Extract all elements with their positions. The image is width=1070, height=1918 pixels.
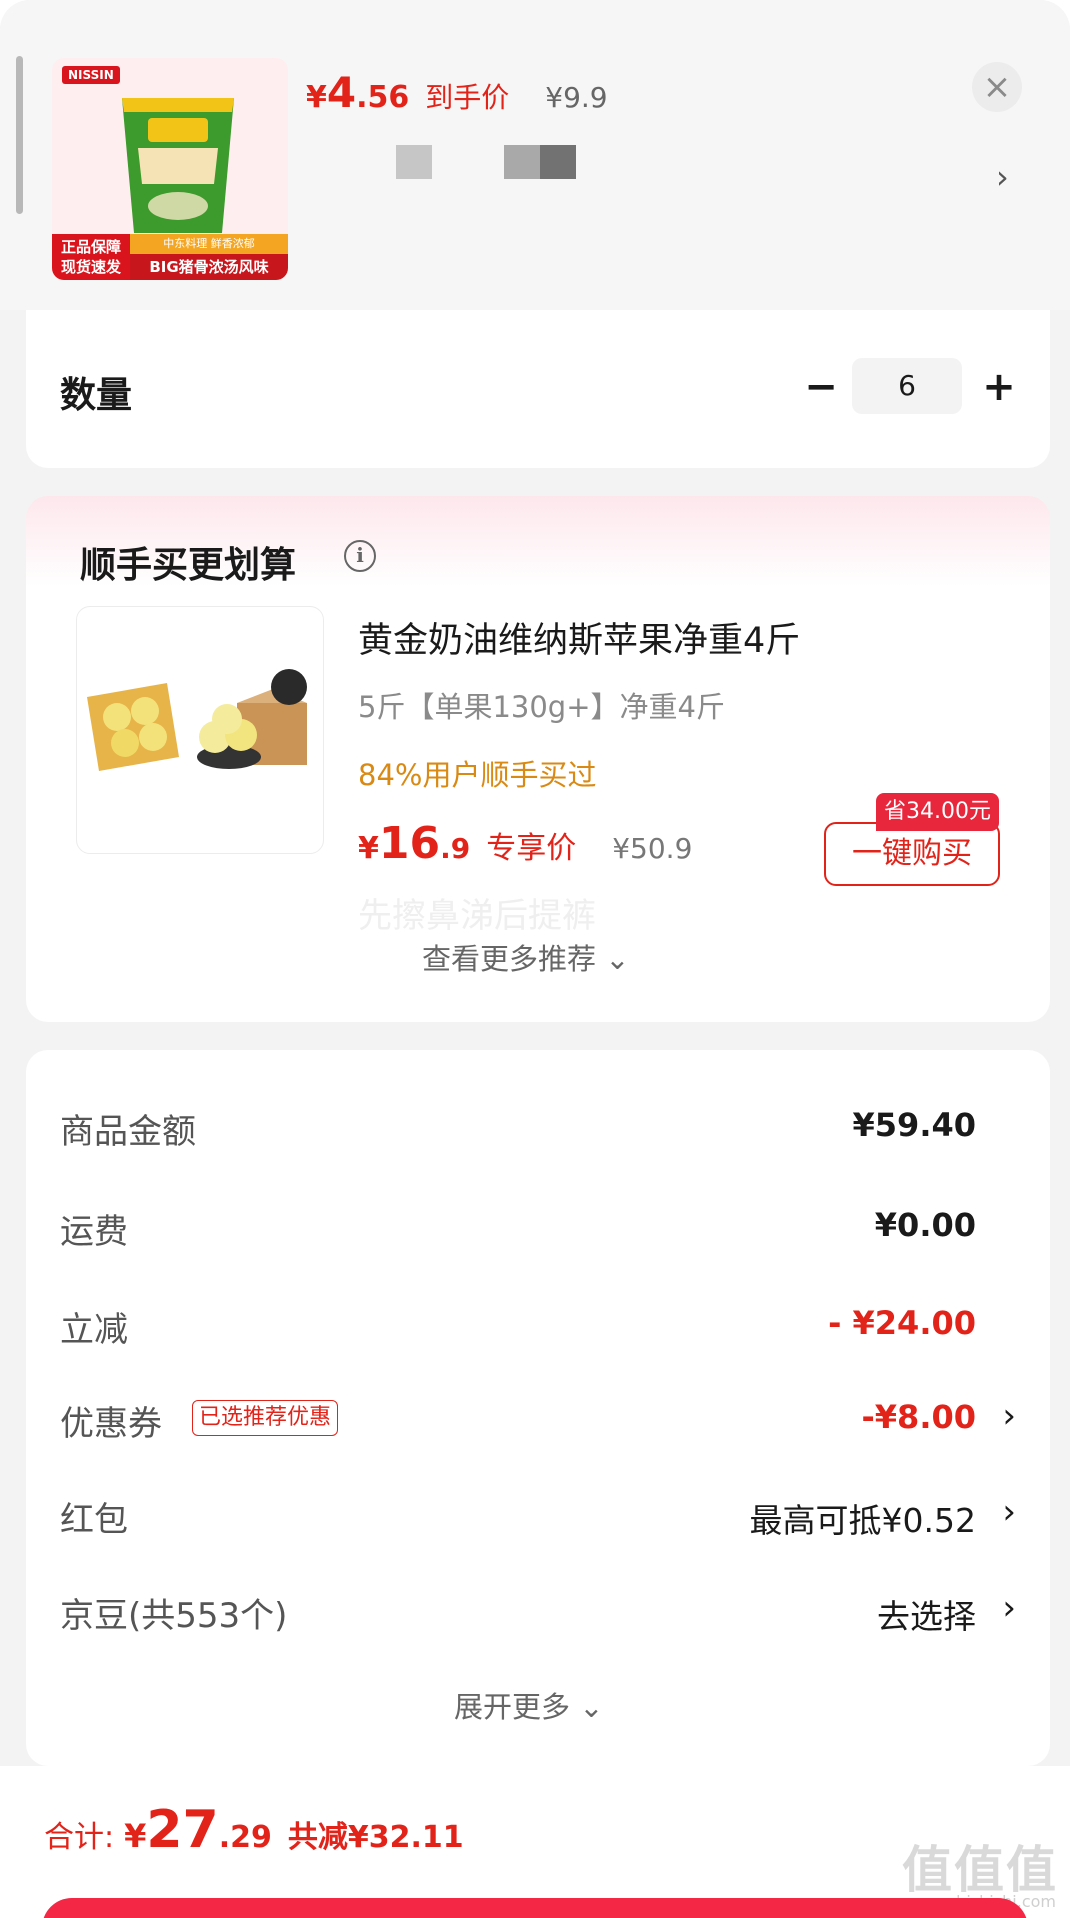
coupon-badge: 已选推荐优惠 bbox=[192, 1400, 339, 1436]
price-decimal: .56 bbox=[356, 80, 410, 115]
summary-row-coupon[interactable]: 优惠券 已选推荐优惠 -¥8.00 › bbox=[60, 1388, 1016, 1448]
price-decimal: .9 bbox=[440, 832, 471, 865]
checkout-bar: 合计: ¥ 27 .29 共减¥32.11 值值值 zhizhizhi.com bbox=[0, 1766, 1070, 1918]
total-currency: ¥ bbox=[124, 1817, 147, 1855]
total-decimal: .29 bbox=[218, 1820, 272, 1855]
price-currency: ¥ bbox=[358, 831, 379, 866]
submit-order-button[interactable] bbox=[42, 1898, 1028, 1918]
original-price: ¥9.9 bbox=[545, 81, 608, 114]
summary-row-goods-amount: 商品金额 ¥59.40 bbox=[60, 1096, 1016, 1156]
close-button[interactable]: × bbox=[972, 62, 1022, 112]
quantity-stepper[interactable]: 6 bbox=[852, 358, 962, 414]
recommended-product-image[interactable] bbox=[76, 606, 324, 854]
total-price: 合计: ¥ 27 .29 共减¥32.11 bbox=[44, 1800, 464, 1860]
total-saved: 共减¥32.11 bbox=[287, 1820, 464, 1855]
noodle-cup-image bbox=[122, 98, 234, 233]
thumb-guarantee-tag: 正品保障 现货速发 bbox=[52, 234, 130, 280]
total-integer: 27 bbox=[146, 1800, 219, 1860]
thumb-flavor-tag: BIG猪骨浓汤风味 bbox=[130, 254, 288, 280]
summary-row-jingdou[interactable]: 京豆(共553个) 去选择 › bbox=[60, 1580, 1016, 1640]
quantity-card: 数量 − 6 + bbox=[26, 310, 1050, 468]
quantity-increase-button[interactable]: + bbox=[974, 362, 1024, 412]
expand-more-label: 展开更多 bbox=[454, 1690, 571, 1724]
thumb-tag-strip: 中东料理 鲜香浓郁 bbox=[130, 234, 288, 254]
price-integer: 16 bbox=[378, 818, 441, 869]
summary-label: 立减 bbox=[60, 1310, 128, 1350]
recommendation-title: 顺手买更划算 bbox=[80, 545, 297, 586]
brand-logo: NISSIN bbox=[62, 66, 120, 84]
price-currency: ¥ bbox=[306, 80, 327, 115]
chevron-down-icon: ⌄ bbox=[579, 1690, 604, 1724]
original-price: ¥50.9 bbox=[612, 832, 693, 865]
total-label: 合计: bbox=[44, 1820, 115, 1855]
price-tag: 到手价 bbox=[425, 81, 510, 114]
summary-value: 去选择 bbox=[877, 1597, 976, 1636]
summary-label: 商品金额 bbox=[60, 1112, 196, 1152]
recommendation-card: 顺手买更划算 i 黄金奶油维纳斯苹果净重4斤 5斤【单果130g+】净重4斤 8… bbox=[26, 496, 1050, 1022]
close-icon: × bbox=[982, 67, 1012, 107]
recommended-product-name[interactable]: 黄金奶油维纳斯苹果净重4斤 bbox=[358, 612, 800, 663]
price-summary-card: 商品金额 ¥59.40 运费 ¥0.00 立减 - ¥24.00 优惠券 已选推… bbox=[26, 1050, 1050, 1766]
summary-value: -¥8.00 bbox=[861, 1398, 977, 1436]
summary-value: 最高可抵¥0.52 bbox=[749, 1501, 976, 1540]
chevron-down-icon: ⌄ bbox=[605, 942, 630, 976]
view-more-recommendations-link[interactable]: 查看更多推荐 ⌄ bbox=[422, 936, 630, 978]
recommended-product-price: ¥ 16 .9 专享价 ¥50.9 bbox=[358, 818, 692, 869]
purchase-sheet: NISSIN 中东料理 鲜香浓郁 正品保障 现货速发 BIG猪骨浓汤风味 ¥ 4… bbox=[0, 0, 1070, 1918]
blurred-spec-option[interactable] bbox=[396, 145, 432, 179]
price-integer: 4 bbox=[326, 68, 357, 117]
summary-row-red-packet[interactable]: 红包 最高可抵¥0.52 › bbox=[60, 1484, 1016, 1544]
faded-text: 先擦鼻涕后提裤 bbox=[358, 896, 596, 936]
scroll-indicator[interactable] bbox=[16, 56, 23, 214]
summary-label: 优惠券 bbox=[60, 1404, 162, 1444]
chevron-right-icon: › bbox=[1002, 1396, 1016, 1436]
social-proof-text: 84%用户顺手买过 bbox=[358, 758, 597, 792]
chevron-right-icon: › bbox=[1002, 1492, 1016, 1532]
price-tag: 专享价 bbox=[486, 831, 577, 866]
product-header: NISSIN 中东料理 鲜香浓郁 正品保障 现货速发 BIG猪骨浓汤风味 ¥ 4… bbox=[0, 0, 1070, 310]
product-price: ¥ 4 .56 到手价 ¥9.9 bbox=[306, 68, 608, 118]
info-icon[interactable]: i bbox=[344, 540, 376, 572]
one-click-buy-button[interactable]: 一键购买 bbox=[824, 822, 1000, 886]
quantity-decrease-button[interactable]: − bbox=[796, 362, 846, 412]
apple-box-image bbox=[87, 669, 307, 771]
recommended-product-spec: 5斤【单果130g+】净重4斤 bbox=[358, 690, 725, 724]
expand-more-link[interactable]: 展开更多 ⌄ bbox=[454, 1684, 604, 1726]
quantity-label: 数量 bbox=[60, 375, 133, 416]
summary-label: 红包 bbox=[60, 1500, 128, 1540]
summary-value: ¥0.00 bbox=[874, 1206, 976, 1244]
summary-label: 京豆(共553个) bbox=[60, 1596, 288, 1636]
chevron-right-icon[interactable]: › bbox=[996, 158, 1009, 196]
product-image[interactable]: NISSIN 中东料理 鲜香浓郁 正品保障 现货速发 BIG猪骨浓汤风味 bbox=[52, 58, 288, 280]
savings-badge: 省34.00元 bbox=[876, 793, 999, 831]
blurred-spec-option[interactable] bbox=[540, 145, 576, 179]
view-more-label: 查看更多推荐 bbox=[422, 942, 597, 976]
summary-row-instant-discount: 立减 - ¥24.00 bbox=[60, 1294, 1016, 1354]
summary-label: 运费 bbox=[60, 1212, 128, 1252]
summary-value: - ¥24.00 bbox=[828, 1304, 976, 1342]
blurred-spec-option[interactable] bbox=[504, 145, 540, 179]
summary-value: ¥59.40 bbox=[852, 1106, 976, 1144]
chevron-right-icon: › bbox=[1002, 1588, 1016, 1628]
summary-row-shipping: 运费 ¥0.00 bbox=[60, 1196, 1016, 1256]
